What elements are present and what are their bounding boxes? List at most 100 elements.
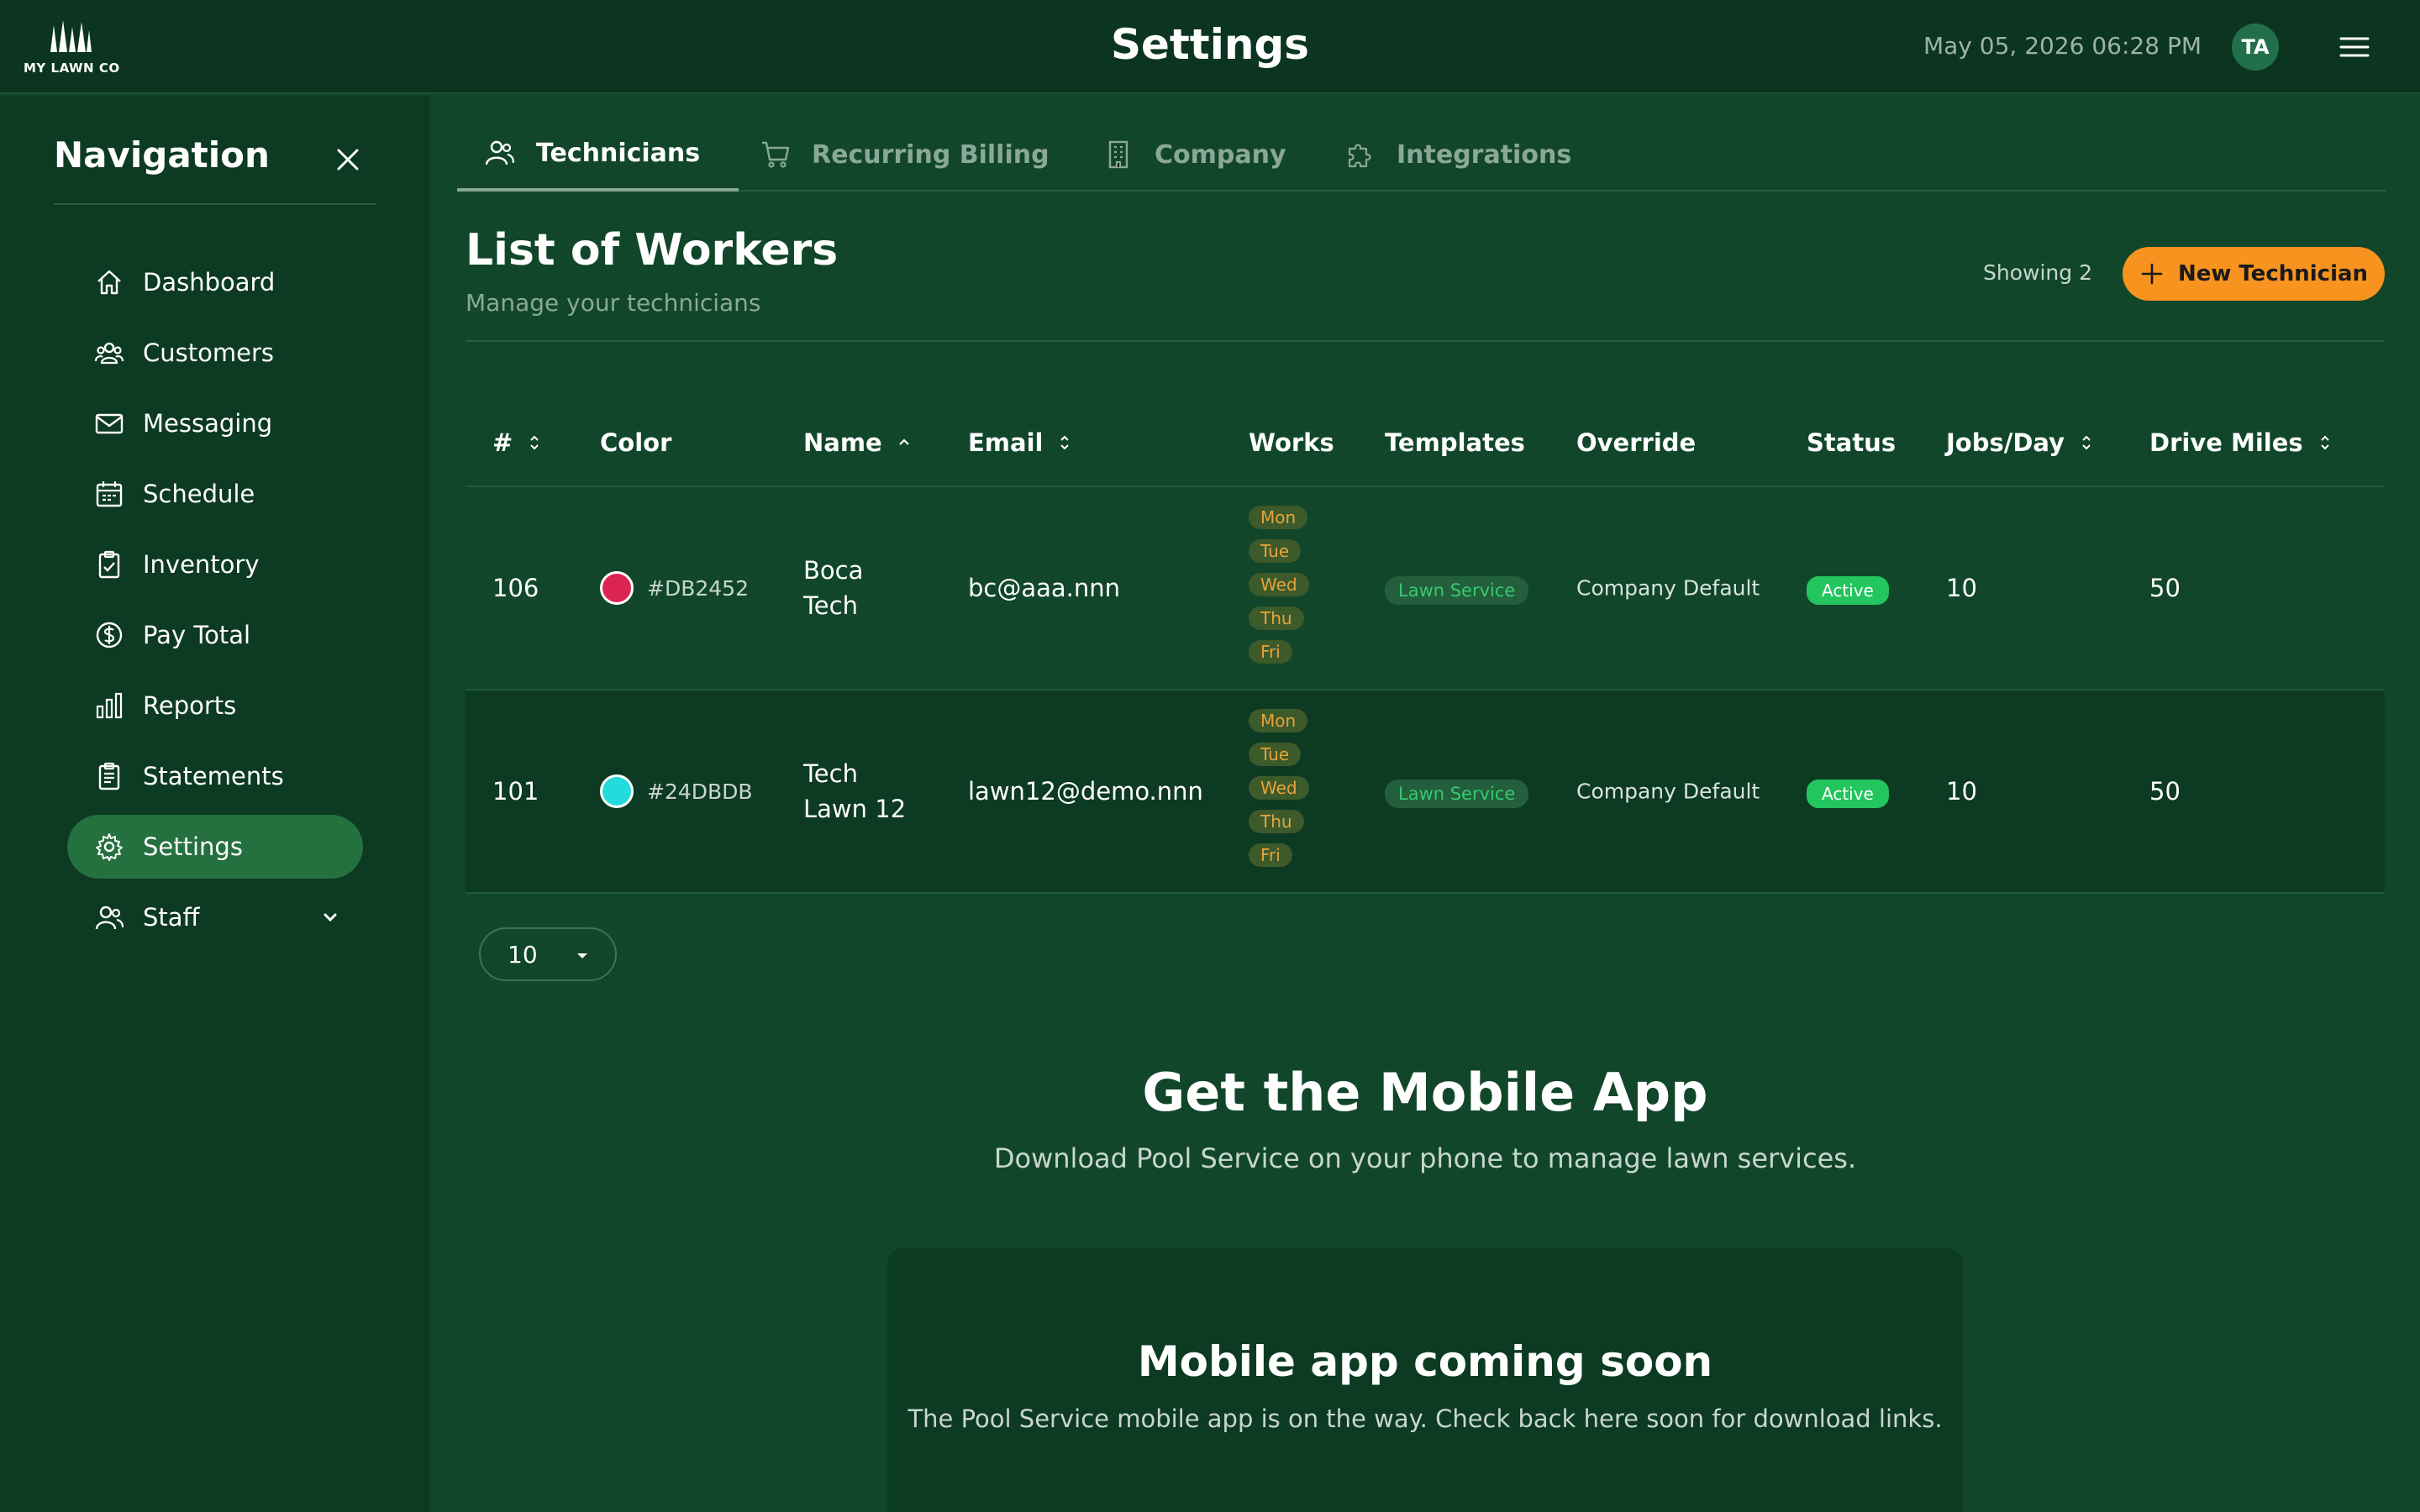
sort-icon (1060, 435, 1070, 450)
sidebar-item-statements[interactable]: Statements (67, 744, 363, 808)
column-header-id[interactable]: # (492, 428, 541, 457)
sidebar-item-inventory[interactable]: Inventory (67, 533, 363, 596)
status-cell: Active (1807, 777, 1889, 808)
settings-tabs: Technicians Recurring Billing Company In… (457, 118, 2386, 192)
mail-icon (95, 413, 124, 434)
template-cell: Lawn Service (1385, 777, 1529, 808)
sidebar-item-label: Staff (143, 903, 200, 932)
chevron-down-icon[interactable] (321, 908, 339, 927)
mobile-app-subtitle: Download Pool Service on your phone to m… (993, 1142, 1857, 1174)
column-label: Works (1249, 428, 1334, 457)
new-technician-button[interactable]: New Technician (2123, 247, 2385, 301)
divider (466, 340, 2385, 342)
column-label: Color (600, 428, 672, 457)
column-label: Templates (1385, 428, 1525, 457)
status-cell: Active (1807, 574, 1889, 605)
sidebar-item-pay-total[interactable]: Pay Total (67, 603, 363, 667)
rows-per-page-select[interactable]: 10 (479, 927, 617, 981)
column-label: Drive Miles (2149, 428, 2303, 457)
sidebar-item-label: Customers (143, 339, 274, 367)
tab-recurring-billing[interactable]: Recurring Billing (760, 118, 1050, 192)
sidebar-item-label: Pay Total (143, 621, 251, 649)
day-badge: Tue (1249, 539, 1302, 563)
sort-icon (2320, 435, 2329, 450)
day-badge: Fri (1249, 640, 1292, 664)
tab-label: Company (1155, 139, 1286, 170)
close-icon[interactable] (331, 143, 365, 176)
name-line: Tech (803, 591, 858, 620)
gear-icon (96, 833, 123, 861)
table-header: # Color Name Email Works Templates Overr… (466, 403, 2385, 487)
current-datetime: May 05, 2026 06:28 PM (1923, 32, 2202, 60)
plus-icon (2141, 263, 2163, 285)
day-badge: Wed (1249, 776, 1309, 800)
tab-technicians[interactable]: Technicians (457, 118, 739, 192)
brand-logo[interactable]: MY LAWN CO (22, 18, 123, 79)
column-header-drive-miles[interactable]: Drive Miles (2149, 428, 2332, 457)
sidebar: Navigation Dashboard Customers Messaging… (0, 96, 430, 1512)
user-group-icon (95, 906, 124, 930)
table-row[interactable]: 101 #24DBDB Tech Lawn 12 lawn12@demo.nnn… (466, 690, 2385, 894)
column-header-override: Override (1576, 428, 1696, 457)
sidebar-item-label: Settings (143, 832, 243, 861)
sort-ascending-icon (898, 438, 909, 445)
column-label: Email (968, 428, 1044, 457)
cart-icon (762, 141, 790, 168)
sidebar-item-dashboard[interactable]: Dashboard (67, 250, 363, 314)
status-badge: Active (1807, 780, 1889, 808)
color-hex: #24DBDB (647, 779, 753, 804)
work-days: Mon Tue Wed Thu Fri (1249, 506, 1309, 674)
tab-label: Recurring Billing (812, 139, 1050, 170)
document-list-icon (98, 762, 120, 790)
sidebar-item-label: Dashboard (143, 268, 276, 297)
mobile-app-title: Get the Mobile App (1142, 1062, 1708, 1123)
list-title: List of Workers (466, 225, 839, 276)
column-header-works: Works (1249, 428, 1334, 457)
column-header-email[interactable]: Email (968, 428, 1071, 457)
status-badge: Active (1807, 576, 1889, 605)
column-label: Name (803, 428, 882, 457)
sidebar-item-schedule[interactable]: Schedule (67, 462, 363, 526)
user-avatar[interactable]: TA (2232, 24, 2279, 71)
column-header-color: Color (600, 428, 671, 457)
nav-divider (54, 203, 376, 205)
table-row[interactable]: 106 #DB2452 Boca Tech bc@aaa.nnn Mon Tue… (466, 487, 2385, 690)
day-badge: Wed (1249, 573, 1309, 596)
bar-chart-icon (96, 692, 123, 719)
day-badge: Thu (1249, 810, 1304, 833)
card-title: Mobile app coming soon (1137, 1337, 1713, 1386)
sidebar-item-reports[interactable]: Reports (67, 674, 363, 738)
override-value: Company Default (1576, 575, 1760, 601)
tab-integrations[interactable]: Integrations (1344, 118, 1571, 192)
calendar-icon (96, 481, 123, 507)
color-cell: #24DBDB (600, 774, 753, 808)
sidebar-item-settings[interactable]: Settings (67, 815, 363, 879)
technician-name[interactable]: Tech Lawn 12 (803, 756, 929, 827)
technician-name[interactable]: Boca Tech (803, 553, 929, 623)
dollar-circle-icon (96, 622, 123, 648)
name-line: Lawn 12 (803, 795, 907, 823)
sidebar-item-label: Schedule (143, 480, 255, 508)
tab-label: Integrations (1397, 139, 1572, 170)
sidebar-item-messaging[interactable]: Messaging (67, 391, 363, 455)
tab-company[interactable]: Company (1102, 118, 1286, 192)
name-line: Boca (803, 556, 864, 585)
column-label: # (492, 428, 513, 457)
column-label: Override (1576, 428, 1697, 457)
column-header-status: Status (1807, 428, 1896, 457)
showing-count: Showing 2 (1983, 260, 2092, 285)
jobs-per-day: 10 (1946, 574, 1977, 602)
drive-miles: 50 (2149, 574, 2181, 602)
sidebar-item-customers[interactable]: Customers (67, 321, 363, 385)
building-icon (1108, 140, 1128, 169)
column-label: Jobs/Day (1946, 428, 2065, 457)
list-subtitle: Manage your technicians (466, 289, 761, 317)
sidebar-item-staff[interactable]: Staff (67, 885, 363, 949)
menu-icon[interactable] (2338, 32, 2371, 62)
puzzle-icon (1348, 144, 1371, 168)
grass-logo-icon (50, 20, 92, 52)
sidebar-item-label: Inventory (143, 550, 260, 579)
column-header-name[interactable]: Name (803, 428, 911, 457)
home-icon (97, 270, 121, 295)
column-header-jobs-per-day[interactable]: Jobs/Day (1946, 428, 2093, 457)
